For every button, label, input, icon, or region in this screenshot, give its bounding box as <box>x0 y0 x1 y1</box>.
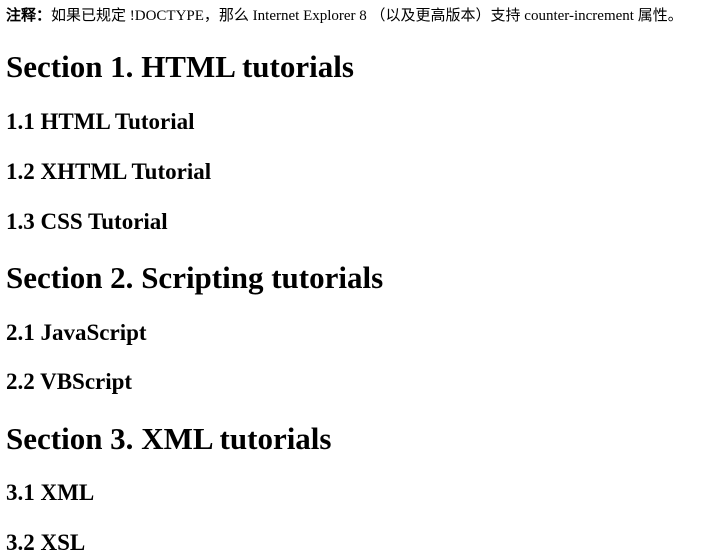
subsection-number: 1.1 <box>6 109 35 134</box>
subsection-title: XHTML Tutorial <box>40 159 212 184</box>
section-heading-1: Section 1. HTML tutorials <box>6 49 354 85</box>
subsection-title: XML <box>40 480 95 505</box>
note-paragraph: 注释：如果已规定 !DOCTYPE，那么 Internet Explorer 8… <box>6 6 683 26</box>
subsection-heading-1-3: 1.3 CSS Tutorial <box>6 208 168 236</box>
subsection-title: JavaScript <box>40 320 147 345</box>
subsection-number: 1.3 <box>6 209 35 234</box>
subsection-title: XSL <box>40 530 86 555</box>
subsection-heading-3-1: 3.1 XML <box>6 479 94 507</box>
section-title: Scripting tutorials <box>141 260 384 295</box>
section-heading-2: Section 2. Scripting tutorials <box>6 260 383 296</box>
section-number: Section 1. <box>6 49 134 84</box>
subsection-number: 3.1 <box>6 480 35 505</box>
subsection-number: 1.2 <box>6 159 35 184</box>
subsection-heading-3-2: 3.2 XSL <box>6 529 85 557</box>
note-text: 如果已规定 !DOCTYPE，那么 Internet Explorer 8 （以… <box>51 8 683 24</box>
subsection-heading-1-1: 1.1 HTML Tutorial <box>6 108 195 136</box>
subsection-heading-2-1: 2.1 JavaScript <box>6 319 147 347</box>
subsection-title: HTML Tutorial <box>40 109 195 134</box>
section-title: XML tutorials <box>141 421 332 456</box>
note-label: 注释： <box>6 8 52 24</box>
subsection-heading-2-2: 2.2 VBScript <box>6 368 132 396</box>
subsection-title: VBScript <box>40 369 133 394</box>
section-heading-3: Section 3. XML tutorials <box>6 421 332 457</box>
subsection-title: CSS Tutorial <box>40 209 168 234</box>
subsection-number: 2.2 <box>6 369 35 394</box>
subsection-heading-1-2: 1.2 XHTML Tutorial <box>6 158 211 186</box>
section-title: HTML tutorials <box>141 49 354 84</box>
subsection-number: 2.1 <box>6 320 35 345</box>
section-number: Section 3. <box>6 421 134 456</box>
section-number: Section 2. <box>6 260 134 295</box>
subsection-number: 3.2 <box>6 530 35 555</box>
